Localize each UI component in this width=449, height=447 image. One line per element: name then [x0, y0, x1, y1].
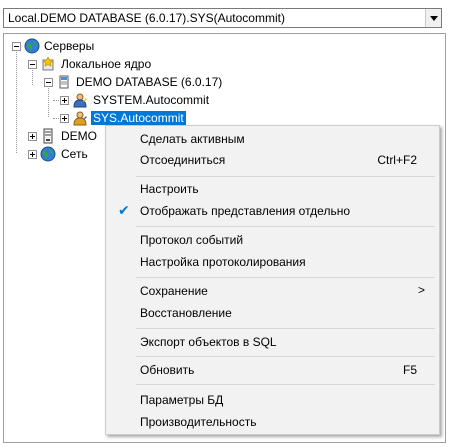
menu-item-make-active[interactable]: Сделать активным: [108, 128, 437, 150]
menu-item-restore[interactable]: Восстановление: [108, 302, 437, 324]
shortcut-label: F5: [402, 363, 417, 377]
tree-item-servers[interactable]: Серверы: [4, 37, 204, 55]
expand-icon[interactable]: [60, 96, 69, 105]
expand-icon[interactable]: [28, 132, 37, 141]
menu-item-performance[interactable]: Производительность: [108, 411, 437, 433]
menu-separator: [136, 277, 435, 278]
tree-label: Сеть: [61, 147, 88, 161]
expand-icon[interactable]: [28, 150, 37, 159]
globe-icon: [24, 38, 40, 54]
user-connection-icon: [73, 111, 87, 126]
tree-item-local-core[interactable]: Локальное ядро: [4, 55, 224, 73]
menu-item-export-sql[interactable]: Экспорт объектов в SQL: [108, 331, 437, 353]
menu-item-show-views-separately[interactable]: ✔ Отображать представления отдельно: [108, 200, 437, 222]
menu-item-disconnect[interactable]: Отсоединиться Ctrl+F2: [108, 149, 437, 171]
menu-item-configure[interactable]: Настроить: [108, 178, 437, 200]
menu-item-db-parameters[interactable]: Параметры БД: [108, 389, 437, 411]
collapse-icon[interactable]: [12, 42, 21, 51]
chevron-down-icon[interactable]: [425, 9, 441, 27]
tree-label: DEMO: [61, 129, 97, 143]
globe-icon: [40, 146, 56, 162]
menu-item-backup[interactable]: Сохранение >: [108, 280, 437, 302]
shortcut-label: Ctrl+F2: [377, 153, 417, 167]
menu-item-logging-settings[interactable]: Настройка протоколирования: [108, 251, 437, 273]
menu-separator: [136, 356, 435, 357]
server-icon: [43, 128, 53, 144]
checkmark-icon: ✔: [118, 202, 130, 218]
collapse-icon[interactable]: [44, 78, 53, 87]
menu-item-refresh[interactable]: Обновить F5: [108, 359, 437, 381]
tree-label: SYSTEM.Autocommit: [93, 93, 210, 107]
tree-label: DEMO DATABASE (6.0.17): [76, 75, 223, 89]
context-menu[interactable]: Сделать активным Отсоединиться Ctrl+F2 Н…: [105, 125, 440, 435]
submenu-arrow-icon: >: [417, 283, 425, 297]
connection-combo[interactable]: Local.DEMO DATABASE (6.0.17).SYS(Autocom…: [3, 8, 442, 28]
menu-item-event-log[interactable]: Протокол событий: [108, 229, 437, 251]
local-server-icon: [42, 56, 54, 71]
menu-separator: [136, 176, 435, 177]
tree-label: Серверы: [44, 39, 95, 53]
database-icon: [59, 75, 69, 89]
collapse-icon[interactable]: [28, 60, 37, 69]
expand-icon[interactable]: [60, 114, 69, 123]
connection-combo-value: Local.DEMO DATABASE (6.0.17).SYS(Autocom…: [8, 11, 285, 25]
tree-label: Локальное ядро: [61, 57, 152, 71]
tree-item-system-connection[interactable]: SYSTEM.Autocommit: [4, 91, 264, 109]
menu-separator: [136, 328, 435, 329]
tree-label-selected: SYS.Autocommit: [90, 110, 187, 126]
menu-separator: [136, 226, 435, 227]
tree-item-database[interactable]: DEMO DATABASE (6.0.17): [4, 73, 264, 91]
user-connection-icon: [73, 93, 87, 108]
menu-separator: [136, 384, 435, 385]
